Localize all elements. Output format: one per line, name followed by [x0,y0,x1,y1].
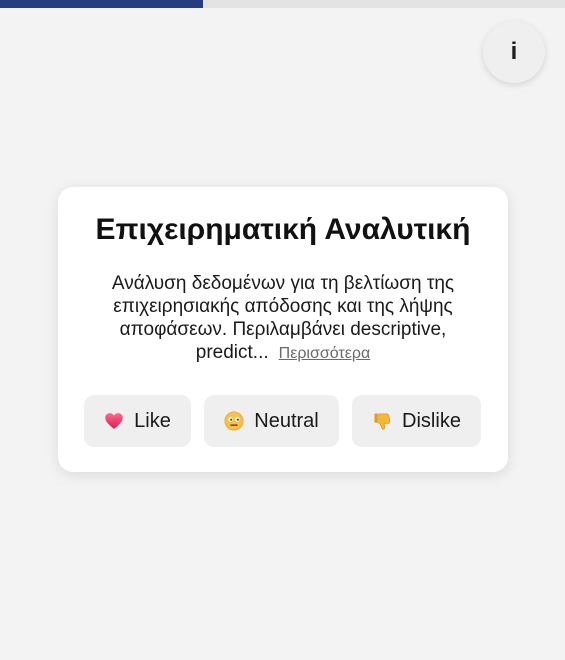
progress-bar [0,0,565,8]
card-description: Ανάλυση δεδομένων για τη βελτίωση της επ… [90,272,476,365]
dislike-button[interactable]: Dislike [352,395,481,447]
info-button[interactable]: i [483,21,545,83]
like-label: Like [134,409,171,432]
neutral-label: Neutral [254,409,319,432]
neutral-face-icon [224,411,244,431]
thumbs-down-icon [374,413,391,430]
card-title: Επιχειρηματική Αναλυτική [95,213,471,246]
progress-bar-fill [0,0,203,8]
neutral-button[interactable]: Neutral [204,395,339,447]
like-button[interactable]: Like [84,395,191,447]
concept-card: Επιχειρηματική Αναλυτική Ανάλυση δεδομέν… [58,187,508,472]
vote-buttons: Like Neutral Dislike [84,395,481,447]
more-link[interactable]: Περισσότερα [279,345,371,362]
dislike-label: Dislike [402,409,461,432]
heart-icon [105,413,123,429]
